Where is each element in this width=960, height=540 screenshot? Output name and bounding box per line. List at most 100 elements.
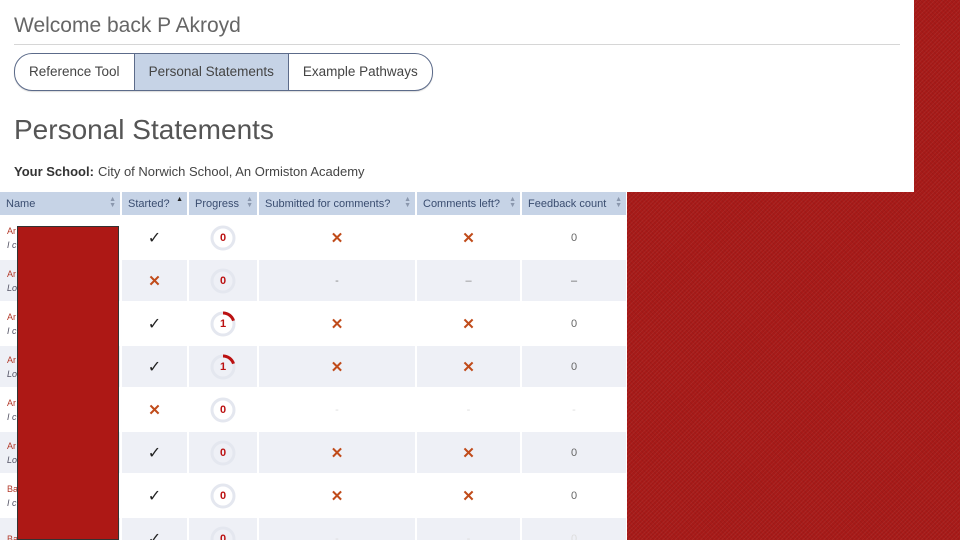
tab-personal-statements[interactable]: Personal Statements xyxy=(134,54,289,90)
progress-value: 0 xyxy=(219,231,227,244)
header-panel: Welcome back P Akroyd Reference Tool Per… xyxy=(0,0,914,192)
feedback-count: 0 xyxy=(570,360,578,373)
sort-icon: ▲ ▼ xyxy=(404,196,411,209)
progress-cell: 0 xyxy=(188,258,259,302)
progress-ring: 1 xyxy=(210,311,236,337)
comments-cell: – xyxy=(416,258,522,302)
school-line: Your School: City of Norwich School, An O… xyxy=(14,164,365,179)
progress-value: 0 xyxy=(219,532,227,540)
school-name: City of Norwich School, An Ormiston Acad… xyxy=(97,164,365,179)
feedback-cell: 0 xyxy=(521,430,627,474)
check-icon: ✓ xyxy=(147,358,162,376)
comments-cell: ✕ xyxy=(416,215,522,259)
column-header-feedback[interactable]: Feedback count ▲ ▼ xyxy=(521,192,627,216)
cross-icon: ✕ xyxy=(462,487,475,505)
progress-ring: 0 xyxy=(210,268,236,294)
feedback-cell: – xyxy=(521,258,627,302)
progress-cell: 0 xyxy=(188,215,259,259)
comments-cell: ✕ xyxy=(416,301,522,345)
progress-ring: 0 xyxy=(210,440,236,466)
feedback-cell: 0 xyxy=(521,473,627,517)
progress-cell: 1 xyxy=(188,344,259,388)
check-icon: ✓ xyxy=(147,229,162,247)
submitted-cell: ✕ xyxy=(258,215,417,259)
feedback-count: 0 xyxy=(570,489,578,502)
cross-icon: ✕ xyxy=(462,358,475,376)
progress-ring: 0 xyxy=(210,397,236,423)
started-cell: ✓ xyxy=(121,301,189,345)
submitted-cell: ✕ xyxy=(258,344,417,388)
table-header-row: Name ▲ ▼ Started? ▲ Progress ▲ ▼ Submitted fo… xyxy=(0,192,627,216)
cross-icon: ✕ xyxy=(462,229,475,247)
sort-icon: ▲ ▼ xyxy=(509,196,516,209)
feedback-count: 0 xyxy=(570,532,578,540)
sort-ascending-icon: ▲ xyxy=(176,196,183,203)
cross-icon: ✕ xyxy=(148,272,161,290)
sort-icon: ▲ ▼ xyxy=(246,196,253,209)
progress-value: 1 xyxy=(219,360,227,373)
redaction-block xyxy=(17,226,119,540)
comments-cell: - xyxy=(416,516,522,540)
tab-example-pathways[interactable]: Example Pathways xyxy=(289,54,432,90)
dash-value: - xyxy=(466,532,471,540)
submitted-cell: - xyxy=(258,258,417,302)
feedback-cell: 0 xyxy=(521,516,627,540)
submitted-cell: ✕ xyxy=(258,473,417,517)
dash-value: - xyxy=(335,403,339,416)
submitted-cell: ✕ xyxy=(258,430,417,474)
dash-value: - xyxy=(335,274,339,287)
feedback-cell: - xyxy=(521,387,627,431)
started-cell: ✓ xyxy=(121,344,189,388)
divider xyxy=(14,44,900,45)
progress-value: 0 xyxy=(219,489,227,502)
feedback-count: – xyxy=(570,274,578,287)
progress-cell: 0 xyxy=(188,473,259,517)
started-cell: ✕ xyxy=(121,258,189,302)
check-icon: ✓ xyxy=(147,530,162,540)
dash-value: - xyxy=(335,532,339,540)
school-label: Your School: xyxy=(14,164,94,179)
comments-cell: ✕ xyxy=(416,473,522,517)
feedback-count: 0 xyxy=(570,231,578,244)
started-cell: ✓ xyxy=(121,516,189,540)
tab-reference-tool[interactable]: Reference Tool xyxy=(15,54,135,90)
feedback-count: 0 xyxy=(570,446,578,459)
progress-cell: 0 xyxy=(188,516,259,540)
check-icon: ✓ xyxy=(147,444,162,462)
submitted-cell: ✕ xyxy=(258,301,417,345)
dash-value: – xyxy=(465,274,472,287)
welcome-message: Welcome back P Akroyd xyxy=(14,14,241,37)
check-icon: ✓ xyxy=(147,315,162,333)
cross-icon: ✕ xyxy=(330,487,344,505)
started-cell: ✕ xyxy=(121,387,189,431)
column-header-comments[interactable]: Comments left? ▲ ▼ xyxy=(416,192,522,216)
cross-icon: ✕ xyxy=(330,358,344,376)
feedback-cell: 0 xyxy=(521,215,627,259)
cross-icon: ✕ xyxy=(330,444,344,462)
column-header-submitted[interactable]: Submitted for comments? ▲ ▼ xyxy=(258,192,417,216)
comments-cell: - xyxy=(416,387,522,431)
sort-icon: ▲ ▼ xyxy=(109,196,116,209)
progress-ring: 1 xyxy=(210,354,236,380)
column-header-started[interactable]: Started? ▲ xyxy=(121,192,189,216)
column-header-progress[interactable]: Progress ▲ ▼ xyxy=(188,192,259,216)
submitted-cell: - xyxy=(258,387,417,431)
progress-ring: 0 xyxy=(210,225,236,251)
progress-value: 1 xyxy=(219,317,227,330)
dash-value: - xyxy=(466,403,471,416)
tab-bar: Reference Tool Personal Statements Examp… xyxy=(14,53,433,91)
cross-icon: ✕ xyxy=(148,401,161,419)
feedback-count: 0 xyxy=(570,317,578,330)
cross-icon: ✕ xyxy=(330,229,344,247)
progress-ring: 0 xyxy=(210,483,236,509)
sort-icon: ▲ ▼ xyxy=(615,196,622,209)
started-cell: ✓ xyxy=(121,215,189,259)
progress-value: 0 xyxy=(219,446,227,459)
started-cell: ✓ xyxy=(121,430,189,474)
cross-icon: ✕ xyxy=(462,444,475,462)
column-header-name[interactable]: Name ▲ ▼ xyxy=(0,192,122,216)
cross-icon: ✕ xyxy=(462,315,475,333)
progress-cell: 1 xyxy=(188,301,259,345)
comments-cell: ✕ xyxy=(416,344,522,388)
feedback-cell: 0 xyxy=(521,301,627,345)
